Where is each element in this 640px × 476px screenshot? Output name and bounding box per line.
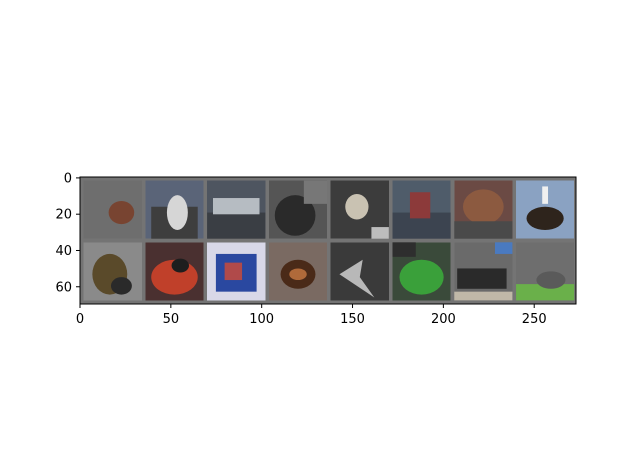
tile-ground	[207, 212, 266, 239]
image-tile-1	[83, 180, 142, 239]
x-tick-label: 0	[76, 312, 84, 327]
tile-ground	[454, 221, 513, 239]
image-grid-figure: 0 50 100 150 200 250 0 20 40 60	[0, 0, 640, 476]
y-tick-label: 60	[55, 280, 72, 295]
image-tile-11	[207, 242, 266, 301]
tile-subject	[212, 198, 260, 215]
image-tile-6	[392, 180, 451, 239]
tile-highlight	[371, 227, 389, 239]
image-tile-7	[454, 180, 513, 239]
tile-shadow	[392, 242, 416, 257]
tile-subject	[462, 189, 504, 225]
tile-subject	[108, 200, 135, 225]
tile-detail	[224, 262, 243, 281]
y-tick-label: 20	[55, 208, 72, 223]
image-tile-15	[454, 242, 513, 301]
tile-shadow	[110, 277, 132, 295]
image-tile-12	[268, 242, 328, 301]
x-tick-label: 150	[340, 312, 365, 327]
tile-sky	[494, 242, 513, 254]
image-tile-8	[516, 180, 575, 239]
tile-shadow	[536, 271, 566, 289]
y-tick-label: 40	[55, 244, 72, 259]
x-tick-label: 50	[163, 312, 180, 327]
tile-highlight	[303, 180, 328, 204]
image-tile-4	[268, 180, 328, 239]
tile-subject	[457, 268, 507, 289]
tile-rider	[542, 186, 549, 204]
tile-subject	[399, 259, 444, 295]
image-tile-2	[145, 180, 204, 239]
y-tick-label: 0	[64, 171, 72, 186]
tile-subject	[345, 193, 369, 220]
image-tile-3	[207, 180, 266, 239]
tile-subject	[409, 192, 431, 219]
tile-subject	[526, 206, 564, 230]
image-tile-14	[392, 242, 451, 301]
tile-shadow	[171, 258, 190, 273]
tile-ground	[454, 291, 513, 301]
x-tick-label: 100	[249, 312, 274, 327]
x-tick-label: 250	[522, 312, 547, 327]
image-tile-9	[83, 242, 142, 301]
image-tile-5	[330, 180, 389, 239]
image-tile-16	[516, 242, 575, 301]
image-tile-10	[145, 242, 204, 301]
tile-detail	[289, 268, 307, 281]
x-tick-label: 200	[431, 312, 456, 327]
image-tile-13	[330, 242, 389, 301]
tile-subject	[166, 195, 188, 230]
